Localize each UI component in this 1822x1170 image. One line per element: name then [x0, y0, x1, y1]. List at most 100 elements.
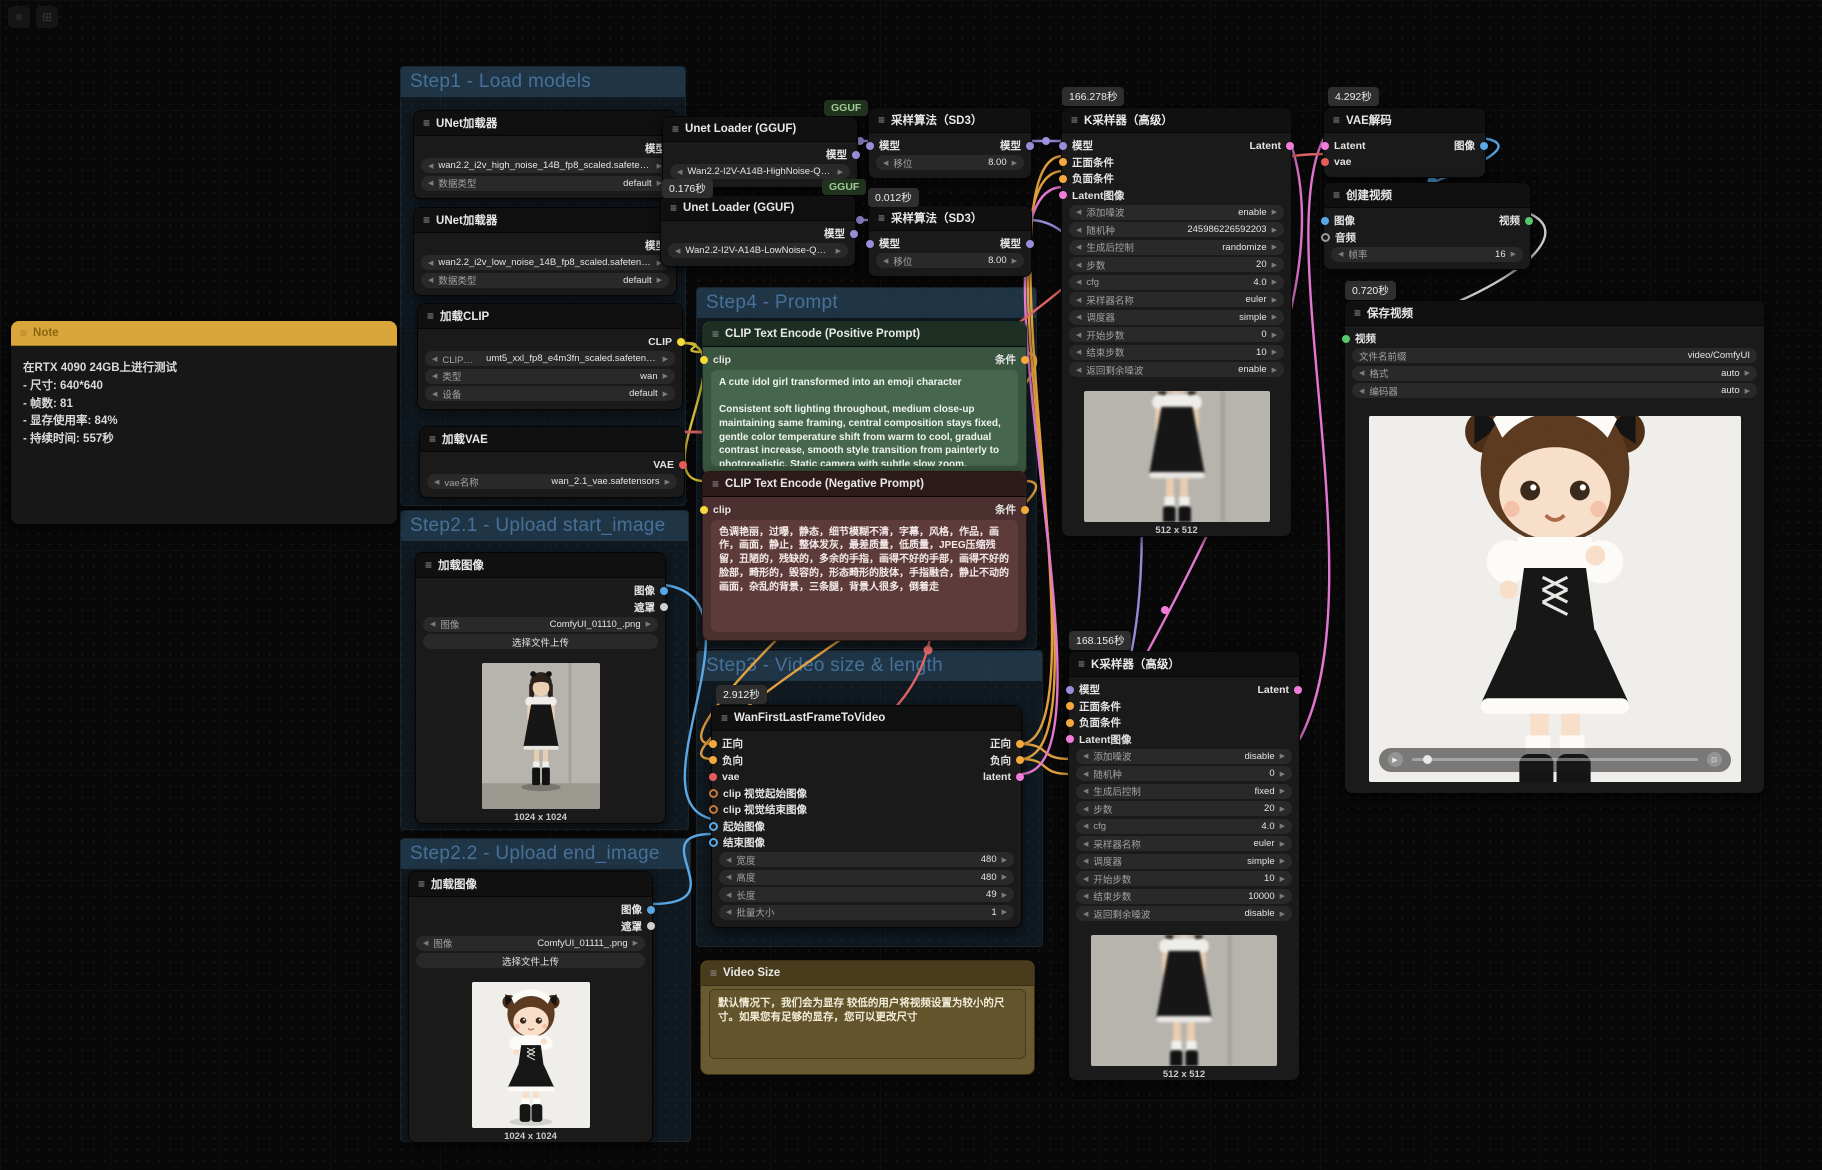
widget-返回剩余噪波[interactable]: ◀返回剩余噪波disable▶ — [1076, 906, 1292, 921]
input-port-dot[interactable] — [1066, 719, 1074, 727]
widget-Wan2.2-I2V-A14B-HighNoise-Q4_K_S...[interactable]: ◀Wan2.2-I2V-A14B-HighNoise-Q4_K_S...▶ — [670, 164, 850, 179]
node-model-sampling-sd3-low[interactable]: ≡采样算法（SD3） 模型模型◀移位8.00▶ — [868, 205, 1032, 277]
group-header[interactable]: Step2.2 - Upload end_image — [401, 839, 690, 869]
widget-采样器名称[interactable]: ◀采样器名称euler▶ — [1076, 836, 1292, 851]
widget-vae名称[interactable]: ◀vae名称wan_2.1_vae.safetensors▶ — [427, 474, 677, 489]
widget-随机种[interactable]: ◀随机种245986226592203▶ — [1069, 222, 1284, 237]
combo-left-arrow-icon[interactable]: ◀ — [423, 939, 428, 947]
combo-left-arrow-icon[interactable]: ◀ — [677, 168, 682, 176]
widget-宽度[interactable]: ◀宽度480▶ — [719, 852, 1014, 867]
combo-right-arrow-icon[interactable]: ▶ — [1280, 822, 1285, 830]
uploaded-image-preview[interactable] — [482, 663, 600, 809]
combo-right-arrow-icon[interactable]: ▶ — [1280, 805, 1285, 813]
widget-数据类型[interactable]: ◀数据类型default▶ — [421, 273, 669, 288]
node-clip-text-encode-negative[interactable]: ≡CLIP Text Encode (Negative Prompt) clip… — [702, 471, 1027, 641]
node-header[interactable]: ≡保存视频 — [1345, 301, 1764, 326]
node-menu-icon[interactable]: ≡ — [425, 559, 432, 571]
combo-right-arrow-icon[interactable]: ▶ — [646, 620, 651, 628]
output-port-dot[interactable] — [850, 230, 858, 238]
input-port-dot[interactable] — [709, 773, 717, 781]
node-header[interactable]: ≡Video Size — [701, 961, 1034, 986]
widget-高度[interactable]: ◀高度480▶ — [719, 870, 1014, 885]
combo-right-arrow-icon[interactable]: ▶ — [1745, 369, 1750, 377]
node-header[interactable]: ≡加载VAE — [420, 427, 684, 452]
output-port-dot[interactable] — [1480, 142, 1488, 150]
input-port-dot[interactable] — [1059, 142, 1067, 150]
node-header[interactable]: ≡加载图像 — [416, 553, 665, 578]
node-header[interactable]: ≡K采样器（高级） — [1069, 652, 1299, 677]
widget-批量大小[interactable]: ◀批量大小1▶ — [719, 905, 1014, 920]
widget-图像[interactable]: ◀图像ComfyUI_01110_.png▶ — [423, 617, 658, 632]
combo-left-arrow-icon[interactable]: ◀ — [1076, 366, 1081, 374]
widget-cfg[interactable]: ◀cfg4.0▶ — [1069, 275, 1284, 290]
combo-right-arrow-icon[interactable]: ▶ — [1272, 296, 1277, 304]
output-port-dot[interactable] — [660, 603, 668, 611]
seek-thumb[interactable] — [1423, 755, 1432, 764]
node-header[interactable]: ≡Unet Loader (GGUF) — [663, 117, 857, 142]
widget-生成后控制[interactable]: ◀生成后控制fixed▶ — [1076, 784, 1292, 799]
widget-步数[interactable]: ◀步数20▶ — [1076, 801, 1292, 816]
node-header[interactable]: ≡WanFirstLastFrameToVideo — [712, 706, 1021, 731]
combo-right-arrow-icon[interactable]: ▶ — [838, 168, 843, 176]
input-port-dot[interactable] — [700, 506, 708, 514]
node-menu-icon[interactable]: ≡ — [878, 212, 885, 224]
combo-left-arrow-icon[interactable]: ◀ — [675, 247, 680, 255]
video-controls-bar[interactable]: ▶ ⊡ — [1379, 748, 1731, 772]
combo-right-arrow-icon[interactable]: ▶ — [1280, 840, 1285, 848]
node-video-size-note[interactable]: ≡Video Size 默认情况下，我们会为显存 较低的用户将视频设置为较小的尺… — [700, 960, 1035, 1075]
node-header[interactable]: ≡Unet Loader (GGUF) — [661, 196, 855, 221]
combo-right-arrow-icon[interactable]: ▶ — [1272, 226, 1277, 234]
combo-left-arrow-icon[interactable]: ◀ — [726, 856, 731, 864]
combo-left-arrow-icon[interactable]: ◀ — [434, 478, 439, 486]
widget-返回剩余噪波[interactable]: ◀返回剩余噪波enable▶ — [1069, 362, 1284, 377]
widget-文件名前缀[interactable]: 文件名前缀video/ComfyUI — [1352, 348, 1757, 363]
combo-right-arrow-icon[interactable]: ▶ — [663, 372, 668, 380]
combo-left-arrow-icon[interactable]: ◀ — [1083, 875, 1088, 883]
widget-调度器[interactable]: ◀调度器simple▶ — [1076, 854, 1292, 869]
combo-left-arrow-icon[interactable]: ◀ — [428, 259, 433, 267]
node-clip-text-encode-positive[interactable]: ≡CLIP Text Encode (Positive Prompt) clip… — [702, 321, 1027, 475]
combo-right-arrow-icon[interactable]: ▶ — [1002, 873, 1007, 881]
video-seek-slider[interactable] — [1412, 758, 1698, 761]
combo-right-arrow-icon[interactable]: ▶ — [1272, 208, 1277, 216]
input-port-dot[interactable] — [700, 356, 708, 364]
node-load-vae[interactable]: ≡加载VAE VAE◀vae名称wan_2.1_vae.safetensors▶ — [419, 426, 685, 498]
reroute-dot[interactable] — [856, 216, 864, 224]
group-header[interactable]: Step4 - Prompt — [697, 288, 1036, 318]
combo-left-arrow-icon[interactable]: ◀ — [428, 179, 433, 187]
combo-right-arrow-icon[interactable]: ▶ — [665, 478, 670, 486]
input-port-dot[interactable] — [1321, 142, 1329, 150]
node-header[interactable]: ≡CLIP Text Encode (Positive Prompt) — [703, 322, 1026, 347]
node-save-video[interactable]: ≡保存视频 视频文件名前缀video/ComfyUI◀格式auto▶◀编码器au… — [1344, 300, 1765, 794]
combo-right-arrow-icon[interactable]: ▶ — [657, 276, 662, 284]
node-menu-icon[interactable]: ≡ — [423, 117, 430, 129]
combo-left-arrow-icon[interactable]: ◀ — [1083, 857, 1088, 865]
combo-left-arrow-icon[interactable]: ◀ — [432, 390, 437, 398]
combo-right-arrow-icon[interactable]: ▶ — [1745, 387, 1750, 395]
input-port-dot[interactable] — [709, 805, 718, 814]
node-load-image-end[interactable]: ≡加载图像 图像遮罩◀图像ComfyUI_01111_.png▶选择文件上传 1… — [408, 871, 653, 1143]
node-menu-icon[interactable]: ≡ — [1071, 114, 1078, 126]
widget-结束步数[interactable]: ◀结束步数10▶ — [1069, 345, 1284, 360]
combo-left-arrow-icon[interactable]: ◀ — [883, 257, 888, 265]
node-menu-icon[interactable]: ≡ — [1333, 114, 1340, 126]
node-note[interactable]: ≡Note 在RTX 4090 24GB上进行测试 - 尺寸: 640*640 … — [10, 320, 398, 525]
combo-left-arrow-icon[interactable]: ◀ — [726, 873, 731, 881]
prompt-textarea[interactable]: 色调艳丽，过曝，静态，细节模糊不清，字幕，风格，作品，画作，画面，静止，整体发灰… — [711, 520, 1018, 632]
combo-right-arrow-icon[interactable]: ▶ — [1002, 891, 1007, 899]
combo-right-arrow-icon[interactable]: ▶ — [1280, 875, 1285, 883]
combo-right-arrow-icon[interactable]: ▶ — [663, 390, 668, 398]
node-model-sampling-sd3-high[interactable]: ≡采样算法（SD3） 模型模型◀移位8.00▶ — [868, 107, 1032, 179]
widget-开始步数[interactable]: ◀开始步数0▶ — [1069, 327, 1284, 342]
combo-left-arrow-icon[interactable]: ◀ — [726, 891, 731, 899]
input-port-dot[interactable] — [1321, 158, 1329, 166]
widget-添加噪波[interactable]: ◀添加噪波disable▶ — [1076, 749, 1292, 764]
node-menu-icon[interactable]: ≡ — [878, 114, 885, 126]
combo-left-arrow-icon[interactable]: ◀ — [726, 908, 731, 916]
input-port-dot[interactable] — [1321, 233, 1330, 242]
combo-left-arrow-icon[interactable]: ◀ — [1076, 278, 1081, 286]
node-load-clip[interactable]: ≡加载CLIP CLIP◀CLIP名称umt5_xxl_fp8_e4m3fn_s… — [417, 303, 683, 410]
output-port-dot[interactable] — [1286, 142, 1294, 150]
node-unet-loader-high[interactable]: ≡UNet加载器 模型◀wan2.2_i2v_high_noise_14B_fp… — [413, 110, 677, 199]
input-port-dot[interactable] — [1066, 735, 1074, 743]
